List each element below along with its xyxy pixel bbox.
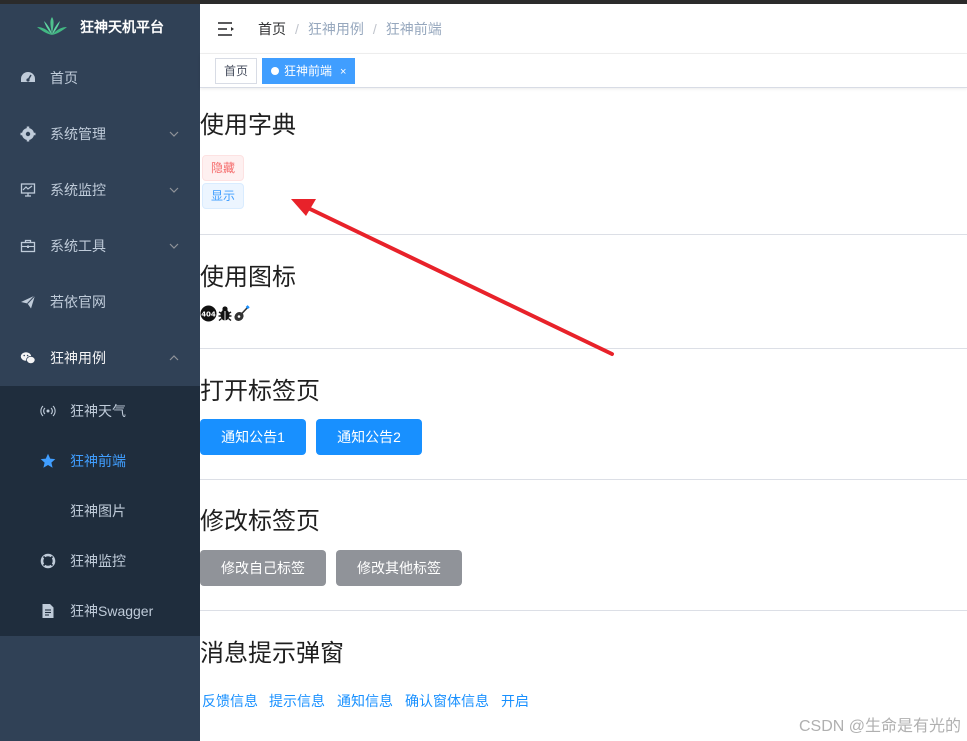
sidebar-item-swagger[interactable]: 狂神Swagger (0, 586, 200, 636)
sidebar-item-label: 系统工具 (50, 238, 106, 254)
blank-icon (40, 503, 56, 519)
guitar-icon (234, 305, 250, 321)
tab-label: 狂神前端 (284, 64, 333, 78)
chevron-down-icon (169, 131, 179, 137)
app-title: 狂神天机平台 (80, 19, 164, 35)
broadcast-icon (40, 403, 56, 419)
breadcrumb-separator: / (372, 20, 377, 37)
modify-other-tab-button[interactable]: 修改其他标签 (336, 550, 462, 586)
sidebar-item-label: 狂神监控 (70, 553, 126, 569)
dict-tag-show: 显示 (202, 183, 245, 209)
notice-1-button[interactable]: 通知公告1 (200, 419, 306, 455)
sidebar-item-label: 若依官网 (50, 294, 106, 310)
section-title-dict: 使用字典 (200, 112, 296, 139)
navbar: 首页 / 狂神用例 / 狂神前端 (200, 4, 967, 54)
tags-view: 首页 狂神前端 × (200, 54, 967, 88)
divider (200, 348, 967, 349)
breadcrumb-home[interactable]: 首页 (258, 19, 286, 39)
active-dot-icon (271, 67, 279, 75)
gear-icon (20, 126, 36, 142)
breadcrumb-level2: 狂神前端 (385, 20, 442, 37)
link-open[interactable]: 开启 (501, 691, 529, 711)
sidebar-logo[interactable]: 狂神天机平台 (0, 4, 200, 50)
toolbox-icon (20, 238, 36, 254)
window-top-border (0, 0, 967, 4)
section-title-modify-tab: 修改标签页 (200, 508, 320, 535)
tab-frontend[interactable]: 狂神前端 × (262, 58, 356, 84)
link-confirm-dialog[interactable]: 确认窗体信息 (405, 691, 489, 711)
chevron-up-icon (169, 355, 179, 361)
divider (200, 479, 967, 480)
svg-text:404: 404 (201, 310, 216, 318)
sidebar-item-system-manage[interactable]: 系统管理 (0, 106, 200, 162)
sidebar-item-label: 首页 (50, 70, 78, 86)
sidebar-item-home[interactable]: 首页 (0, 50, 200, 106)
send-icon (20, 294, 36, 310)
sidebar-item-label: 狂神图片 (70, 503, 126, 519)
sidebar-item-label: 狂神Swagger (70, 603, 154, 619)
dict-tag-hidden: 隐藏 (202, 155, 245, 181)
divider (200, 610, 967, 611)
section-title-icons: 使用图标 (200, 264, 296, 291)
sidebar-item-label: 狂神用例 (50, 350, 106, 366)
section-title-open-tab: 打开标签页 (200, 378, 320, 405)
section-title-message: 消息提示弹窗 (200, 640, 344, 667)
modify-own-tab-button[interactable]: 修改自己标签 (200, 550, 326, 586)
bug-icon (218, 306, 232, 322)
link-hint[interactable]: 提示信息 (269, 691, 325, 711)
chevron-down-icon (169, 187, 179, 193)
monitor-icon (20, 182, 36, 198)
sidebar-item-weather[interactable]: 狂神天气 (0, 386, 200, 436)
chevron-down-icon (169, 243, 179, 249)
sidebar: 狂神天机平台 首页 系统管理 系统监控 系统工具 若依官网 狂神用例 狂神天气 … (0, 4, 200, 741)
submenu-kuangshen-examples: 狂神天气 狂神前端 狂神图片 狂神监控 狂神Swagger (0, 386, 200, 636)
sidebar-item-frontend[interactable]: 狂神前端 (0, 436, 200, 486)
sidebar-item-images[interactable]: 狂神图片 (0, 486, 200, 536)
sidebar-item-label: 系统监控 (50, 182, 106, 198)
dashboard-icon (20, 70, 36, 86)
star-icon (40, 453, 56, 469)
sidebar-item-system-tools[interactable]: 系统工具 (0, 218, 200, 274)
document-icon (40, 603, 56, 619)
sidebar-item-monitor[interactable]: 狂神监控 (0, 536, 200, 586)
logo-icon (37, 17, 67, 35)
breadcrumb-separator: / (295, 20, 299, 37)
wechat-icon (20, 350, 36, 366)
icon-row: 404 (200, 305, 250, 322)
404-icon: 404 (200, 305, 217, 322)
watermark: CSDN @生命是有光的 (798, 718, 961, 735)
divider (200, 234, 967, 235)
sidebar-item-label: 系统管理 (50, 126, 106, 142)
tab-home[interactable]: 首页 (215, 58, 258, 84)
sidebar-item-ruoyi-site[interactable]: 若依官网 (0, 274, 200, 330)
sidebar-item-label: 狂神前端 (70, 453, 126, 469)
link-notify[interactable]: 通知信息 (337, 691, 393, 711)
close-icon[interactable]: × (340, 66, 346, 78)
main-content: 使用字典 隐藏 显示 使用图标 404 打开标签页 通知公告1 通知公告2 修改… (200, 89, 967, 741)
breadcrumb-level1: 狂神用例 (307, 20, 364, 37)
hamburger-menu-icon[interactable] (216, 19, 236, 39)
notice-2-button[interactable]: 通知公告2 (316, 419, 422, 455)
sidebar-item-kuangshen-examples[interactable]: 狂神用例 (0, 330, 200, 386)
tab-label: 首页 (224, 64, 249, 78)
lifebuoy-icon (40, 553, 56, 569)
link-feedback[interactable]: 反馈信息 (202, 691, 258, 711)
sidebar-item-label: 狂神天气 (70, 403, 126, 419)
sidebar-item-system-monitor[interactable]: 系统监控 (0, 162, 200, 218)
